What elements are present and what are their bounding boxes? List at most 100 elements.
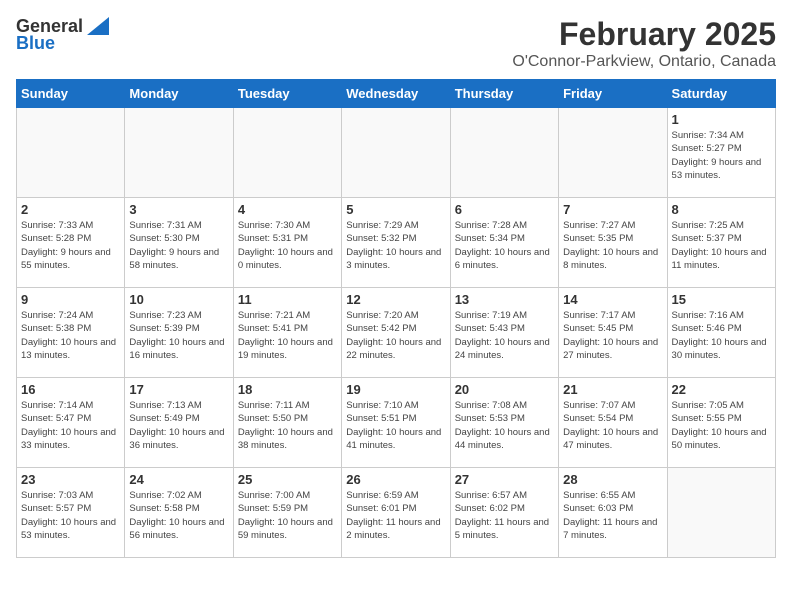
day-number: 4	[238, 202, 337, 217]
day-cell: 27Sunrise: 6:57 AM Sunset: 6:02 PM Dayli…	[450, 468, 558, 558]
day-info: Sunrise: 7:03 AM Sunset: 5:57 PM Dayligh…	[21, 489, 120, 542]
week-row-1: 1 Sunrise: 7:34 AM Sunset: 5:27 PM Daylig…	[17, 108, 776, 198]
header: General Blue February 2025 O'Connor-Park…	[16, 16, 776, 71]
day-cell	[233, 108, 341, 198]
day-info: Sunrise: 7:34 AM Sunset: 5:27 PM Dayligh…	[672, 129, 771, 182]
day-number: 22	[672, 382, 771, 397]
weekday-thursday: Thursday	[450, 80, 558, 108]
day-info: Sunrise: 7:30 AM Sunset: 5:31 PM Dayligh…	[238, 219, 337, 272]
day-number: 28	[563, 472, 662, 487]
day-number: 20	[455, 382, 554, 397]
day-number: 15	[672, 292, 771, 307]
day-number: 9	[21, 292, 120, 307]
day-number: 26	[346, 472, 445, 487]
week-row-2: 2 Sunrise: 7:33 AM Sunset: 5:28 PM Daylig…	[17, 198, 776, 288]
day-number: 25	[238, 472, 337, 487]
day-cell: 9 Sunrise: 7:24 AM Sunset: 5:38 PM Daylig…	[17, 288, 125, 378]
day-info: Sunrise: 7:02 AM Sunset: 5:58 PM Dayligh…	[129, 489, 228, 542]
day-cell: 15Sunrise: 7:16 AM Sunset: 5:46 PM Dayli…	[667, 288, 775, 378]
day-info: Sunrise: 7:14 AM Sunset: 5:47 PM Dayligh…	[21, 399, 120, 452]
logo: General Blue	[16, 16, 109, 54]
day-info: Sunrise: 7:25 AM Sunset: 5:37 PM Dayligh…	[672, 219, 771, 272]
day-info: Sunrise: 7:24 AM Sunset: 5:38 PM Dayligh…	[21, 309, 120, 362]
weekday-saturday: Saturday	[667, 80, 775, 108]
day-info: Sunrise: 7:19 AM Sunset: 5:43 PM Dayligh…	[455, 309, 554, 362]
day-info: Sunrise: 7:10 AM Sunset: 5:51 PM Dayligh…	[346, 399, 445, 452]
day-cell: 16 Sunrise: 7:14 AM Sunset: 5:47 PM Dayli…	[17, 378, 125, 468]
day-cell: 24 Sunrise: 7:02 AM Sunset: 5:58 PM Dayli…	[125, 468, 233, 558]
day-cell: 20Sunrise: 7:08 AM Sunset: 5:53 PM Dayli…	[450, 378, 558, 468]
calendar: SundayMondayTuesdayWednesdayThursdayFrid…	[16, 79, 776, 558]
day-cell	[559, 108, 667, 198]
day-number: 8	[672, 202, 771, 217]
day-info: Sunrise: 7:05 AM Sunset: 5:55 PM Dayligh…	[672, 399, 771, 452]
day-number: 6	[455, 202, 554, 217]
day-number: 13	[455, 292, 554, 307]
day-cell: 26Sunrise: 6:59 AM Sunset: 6:01 PM Dayli…	[342, 468, 450, 558]
day-cell	[125, 108, 233, 198]
day-cell: 11 Sunrise: 7:21 AM Sunset: 5:41 PM Dayli…	[233, 288, 341, 378]
day-cell: 19 Sunrise: 7:10 AM Sunset: 5:51 PM Dayli…	[342, 378, 450, 468]
location-title: O'Connor-Parkview, Ontario, Canada	[512, 53, 776, 71]
day-number: 14	[563, 292, 662, 307]
day-number: 2	[21, 202, 120, 217]
day-info: Sunrise: 7:21 AM Sunset: 5:41 PM Dayligh…	[238, 309, 337, 362]
day-cell: 17 Sunrise: 7:13 AM Sunset: 5:49 PM Dayli…	[125, 378, 233, 468]
day-cell: 21 Sunrise: 7:07 AM Sunset: 5:54 PM Dayli…	[559, 378, 667, 468]
weekday-wednesday: Wednesday	[342, 80, 450, 108]
title-area: February 2025 O'Connor-Parkview, Ontario…	[512, 16, 776, 71]
day-info: Sunrise: 7:27 AM Sunset: 5:35 PM Dayligh…	[563, 219, 662, 272]
day-number: 16	[21, 382, 120, 397]
day-number: 7	[563, 202, 662, 217]
day-number: 17	[129, 382, 228, 397]
day-number: 11	[238, 292, 337, 307]
day-cell: 13 Sunrise: 7:19 AM Sunset: 5:43 PM Dayli…	[450, 288, 558, 378]
day-cell	[450, 108, 558, 198]
weekday-friday: Friday	[559, 80, 667, 108]
day-number: 21	[563, 382, 662, 397]
day-cell: 10Sunrise: 7:23 AM Sunset: 5:39 PM Dayli…	[125, 288, 233, 378]
day-info: Sunrise: 7:23 AM Sunset: 5:39 PM Dayligh…	[129, 309, 228, 362]
day-cell	[667, 468, 775, 558]
day-cell: 3 Sunrise: 7:31 AM Sunset: 5:30 PM Daylig…	[125, 198, 233, 288]
day-info: Sunrise: 7:28 AM Sunset: 5:34 PM Dayligh…	[455, 219, 554, 272]
logo-blue: Blue	[16, 33, 55, 54]
day-number: 19	[346, 382, 445, 397]
day-info: Sunrise: 7:07 AM Sunset: 5:54 PM Dayligh…	[563, 399, 662, 452]
week-row-4: 16 Sunrise: 7:14 AM Sunset: 5:47 PM Dayli…	[17, 378, 776, 468]
day-cell	[342, 108, 450, 198]
day-info: Sunrise: 7:33 AM Sunset: 5:28 PM Dayligh…	[21, 219, 120, 272]
day-cell: 2 Sunrise: 7:33 AM Sunset: 5:28 PM Daylig…	[17, 198, 125, 288]
day-info: Sunrise: 6:55 AM Sunset: 6:03 PM Dayligh…	[563, 489, 662, 542]
weekday-tuesday: Tuesday	[233, 80, 341, 108]
day-info: Sunrise: 7:31 AM Sunset: 5:30 PM Dayligh…	[129, 219, 228, 272]
day-cell: 25 Sunrise: 7:00 AM Sunset: 5:59 PM Dayli…	[233, 468, 341, 558]
month-title: February 2025	[512, 16, 776, 53]
day-cell: 22 Sunrise: 7:05 AM Sunset: 5:55 PM Dayli…	[667, 378, 775, 468]
day-cell: 8 Sunrise: 7:25 AM Sunset: 5:37 PM Daylig…	[667, 198, 775, 288]
day-cell: 12Sunrise: 7:20 AM Sunset: 5:42 PM Dayli…	[342, 288, 450, 378]
day-number: 12	[346, 292, 445, 307]
week-row-5: 23Sunrise: 7:03 AM Sunset: 5:57 PM Dayli…	[17, 468, 776, 558]
day-cell: 6 Sunrise: 7:28 AM Sunset: 5:34 PM Daylig…	[450, 198, 558, 288]
day-info: Sunrise: 7:00 AM Sunset: 5:59 PM Dayligh…	[238, 489, 337, 542]
day-info: Sunrise: 6:57 AM Sunset: 6:02 PM Dayligh…	[455, 489, 554, 542]
day-info: Sunrise: 7:29 AM Sunset: 5:32 PM Dayligh…	[346, 219, 445, 272]
day-cell	[17, 108, 125, 198]
day-number: 5	[346, 202, 445, 217]
weekday-sunday: Sunday	[17, 80, 125, 108]
week-row-3: 9 Sunrise: 7:24 AM Sunset: 5:38 PM Daylig…	[17, 288, 776, 378]
day-number: 1	[672, 112, 771, 127]
day-cell: 18Sunrise: 7:11 AM Sunset: 5:50 PM Dayli…	[233, 378, 341, 468]
weekday-header: SundayMondayTuesdayWednesdayThursdayFrid…	[17, 80, 776, 108]
day-cell: 28 Sunrise: 6:55 AM Sunset: 6:03 PM Dayli…	[559, 468, 667, 558]
day-number: 3	[129, 202, 228, 217]
logo-icon	[87, 17, 109, 35]
day-cell: 14 Sunrise: 7:17 AM Sunset: 5:45 PM Dayli…	[559, 288, 667, 378]
day-cell: 7 Sunrise: 7:27 AM Sunset: 5:35 PM Daylig…	[559, 198, 667, 288]
day-info: Sunrise: 7:17 AM Sunset: 5:45 PM Dayligh…	[563, 309, 662, 362]
day-cell: 1 Sunrise: 7:34 AM Sunset: 5:27 PM Daylig…	[667, 108, 775, 198]
day-info: Sunrise: 7:13 AM Sunset: 5:49 PM Dayligh…	[129, 399, 228, 452]
day-number: 24	[129, 472, 228, 487]
day-cell: 5 Sunrise: 7:29 AM Sunset: 5:32 PM Daylig…	[342, 198, 450, 288]
